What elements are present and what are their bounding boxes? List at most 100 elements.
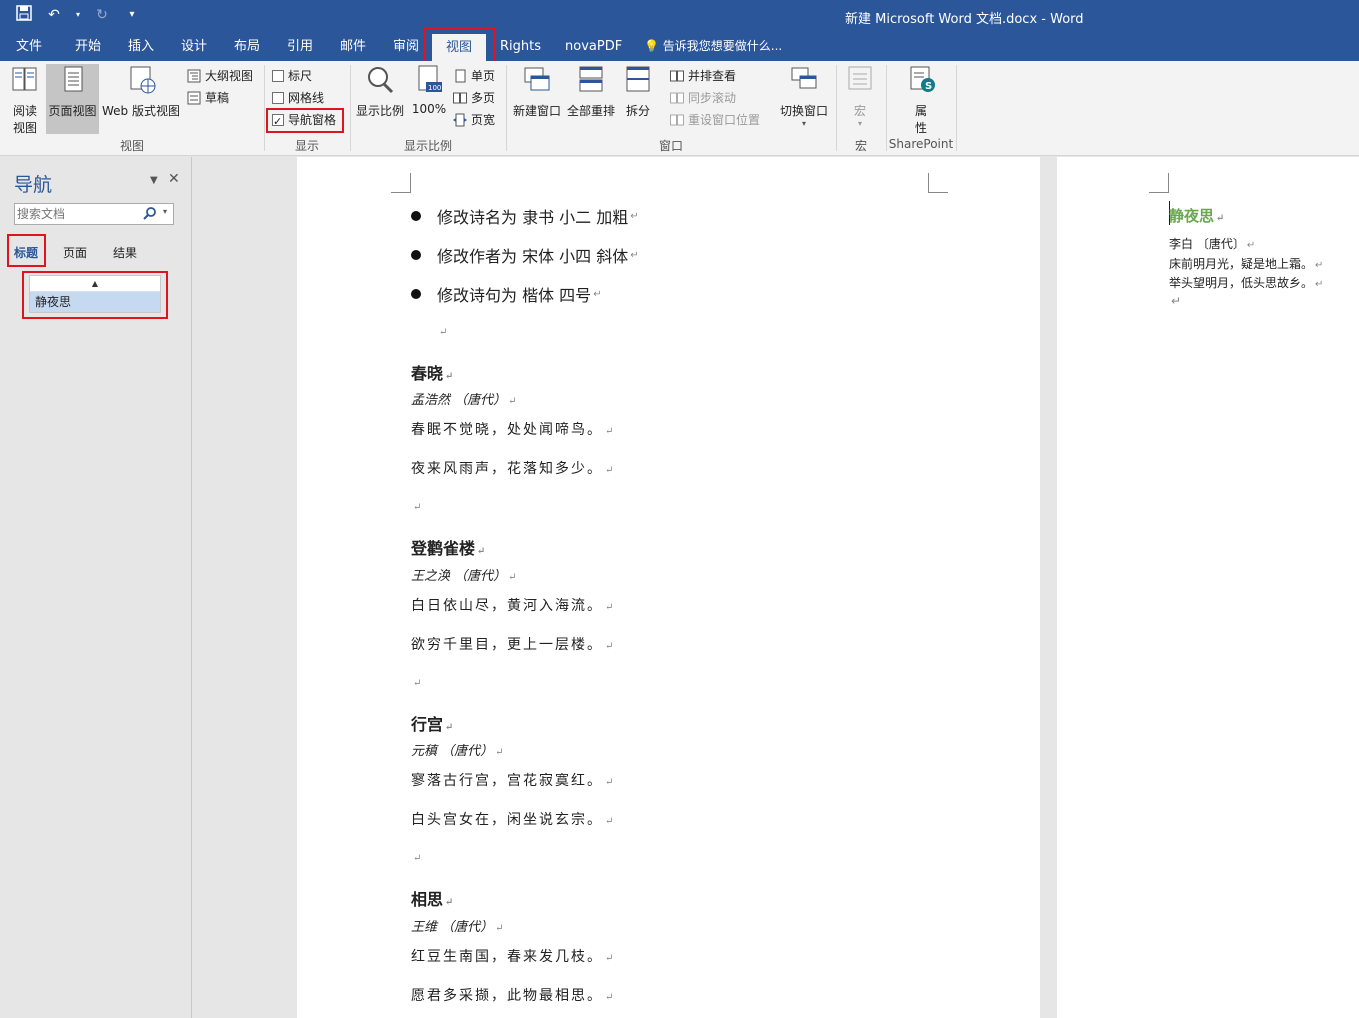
document-page[interactable]: 修改诗名为 隶书 小二 加粗 ↵ 修改作者为 宋体 小四 斜体 ↵ 修改诗句为 楷体… bbox=[297, 157, 1040, 1018]
macros-group-label: 宏 bbox=[854, 139, 867, 153]
list-item: 修改诗名为 隶书 小二 加粗 ↵ bbox=[411, 204, 639, 228]
poem-title: 春晓 ↵ bbox=[411, 364, 454, 383]
close-icon[interactable]: ✕ bbox=[168, 171, 180, 187]
paragraph-mark: ↵ bbox=[439, 327, 448, 338]
headings-list: ▲ 静夜思 bbox=[29, 275, 161, 313]
sync-scroll-button[interactable]: 同步滚动 bbox=[670, 88, 736, 108]
poem-author: 王之涣 （唐代） ↵ bbox=[411, 569, 517, 584]
multi-page-button[interactable]: 多页 bbox=[453, 88, 495, 108]
page-width-icon bbox=[453, 113, 467, 127]
one-page-button[interactable]: 单页 bbox=[453, 66, 495, 86]
search-input[interactable] bbox=[15, 204, 133, 224]
tab-file[interactable]: 文件 bbox=[12, 32, 46, 61]
macro-icon bbox=[848, 66, 872, 90]
poem-title: 登鹳雀楼 ↵ bbox=[411, 539, 486, 558]
properties-button[interactable]: S 属 性 bbox=[900, 64, 942, 136]
outline-button[interactable]: 大纲视图 bbox=[187, 66, 253, 86]
split-button[interactable]: 拆分 bbox=[620, 64, 656, 119]
split-icon bbox=[626, 66, 650, 92]
bullet-icon bbox=[411, 250, 421, 260]
redo-icon[interactable]: ↻ bbox=[92, 5, 112, 25]
tab-mailings[interactable]: 邮件 bbox=[336, 32, 370, 61]
poem-author: 李白 〔唐代〕 ↵ bbox=[1169, 237, 1256, 251]
margin-corner bbox=[928, 173, 948, 193]
poem-line: 红豆生南国，春来发几枝。 ↵ bbox=[411, 949, 616, 965]
page-width-button[interactable]: 页宽 bbox=[453, 110, 495, 130]
web-layout-label: Web 版式视图 bbox=[102, 104, 180, 118]
margin-corner bbox=[391, 173, 411, 193]
window-group-label: 窗口 bbox=[658, 139, 683, 153]
web-layout-button[interactable]: Web 版式视图 bbox=[101, 64, 181, 119]
multi-page-label: 多页 bbox=[471, 91, 496, 105]
macros-dropdown-icon: ▾ bbox=[857, 119, 862, 128]
outline-icon bbox=[187, 69, 201, 83]
customize-qat-icon[interactable]: ▾ bbox=[122, 5, 142, 25]
read-mode-label-2: 视图 bbox=[12, 121, 37, 135]
navigation-pane: 导航 ▼ ✕ ▾ 标题 页面 结果 ▲ 静夜思 bbox=[0, 157, 192, 1018]
tab-design[interactable]: 设计 bbox=[177, 32, 211, 61]
reset-position-button[interactable]: 重设窗口位置 bbox=[670, 110, 760, 130]
page-icon bbox=[64, 66, 82, 92]
tab-home[interactable]: 开始 bbox=[71, 32, 105, 61]
sync-scroll-label: 同步滚动 bbox=[688, 91, 737, 105]
multi-page-icon bbox=[453, 92, 467, 104]
document-page-preview[interactable]: 静夜思 ↵ 李白 〔唐代〕 ↵ 床前明月光，疑是地上霜。 ↵ 举头望明月，低头思故乡。… bbox=[1057, 157, 1359, 1018]
arrange-all-icon bbox=[579, 66, 603, 92]
tab-pages[interactable]: 页面 bbox=[63, 244, 87, 261]
arrange-all-label: 全部重排 bbox=[566, 104, 615, 118]
print-layout-label: 页面视图 bbox=[48, 104, 97, 118]
switch-windows-button[interactable]: 切换窗口 ▾ bbox=[778, 64, 830, 128]
tab-headings[interactable]: 标题 bbox=[14, 244, 38, 261]
search-icon[interactable] bbox=[143, 206, 157, 223]
paragraph-mark: ↵ bbox=[413, 853, 422, 864]
switch-windows-icon bbox=[791, 67, 817, 89]
list-item: 修改作者为 宋体 小四 斜体 ↵ bbox=[411, 243, 639, 267]
tab-view[interactable]: 视图 bbox=[432, 34, 487, 61]
poem-title: 行宫 ↵ bbox=[411, 715, 454, 734]
undo-icon[interactable]: ↶ bbox=[44, 5, 64, 25]
new-window-label: 新建窗口 bbox=[512, 104, 561, 118]
tab-rights[interactable]: Rights bbox=[496, 32, 545, 61]
tab-novapdf[interactable]: novaPDF bbox=[561, 32, 626, 61]
tab-review[interactable]: 审阅 bbox=[389, 32, 423, 61]
properties-label-1: 属 bbox=[914, 104, 927, 118]
paragraph-mark: ↵ bbox=[1171, 294, 1182, 308]
ruler-label: 标尺 bbox=[288, 69, 313, 83]
poem-line: 床前明月光，疑是地上霜。 ↵ bbox=[1169, 257, 1324, 271]
zoom-100-button[interactable]: 100 100% bbox=[410, 64, 448, 116]
tab-layout[interactable]: 布局 bbox=[230, 32, 264, 61]
poem-line: 白头宫女在，闲坐说玄宗。 ↵ bbox=[411, 812, 616, 828]
gridlines-checkbox[interactable]: 网格线 bbox=[272, 88, 324, 108]
zoom-group-label: 显示比例 bbox=[403, 139, 452, 153]
draft-button[interactable]: 草稿 bbox=[187, 88, 229, 108]
tab-insert[interactable]: 插入 bbox=[124, 32, 158, 61]
read-mode-button[interactable]: 阅读 视图 bbox=[6, 64, 44, 136]
arrange-all-button[interactable]: 全部重排 bbox=[566, 64, 616, 119]
ruler-checkbox[interactable]: 标尺 bbox=[272, 66, 312, 86]
side-by-side-button[interactable]: 并排查看 bbox=[670, 66, 736, 86]
poem-line: 夜来风雨声，花落知多少。 ↵ bbox=[411, 461, 616, 477]
nav-pane-checkbox[interactable]: 导航窗格 bbox=[272, 110, 336, 132]
draft-label: 草稿 bbox=[205, 91, 230, 105]
heading-item[interactable]: 静夜思 bbox=[30, 292, 160, 312]
tab-results[interactable]: 结果 bbox=[113, 244, 137, 261]
poem-author: 元稹 （唐代） ↵ bbox=[411, 744, 504, 759]
poem-line: 欲穷千里目，更上一层楼。 ↵ bbox=[411, 637, 616, 653]
new-window-button[interactable]: 新建窗口 bbox=[510, 64, 564, 119]
macros-button[interactable]: 宏 ▾ bbox=[842, 64, 878, 128]
bullet-icon bbox=[411, 211, 421, 221]
poem-author: 孟浩然 （唐代） ↵ bbox=[411, 393, 517, 408]
search-dropdown-icon[interactable]: ▾ bbox=[163, 207, 167, 216]
zoom-button[interactable]: 显示比例 bbox=[354, 64, 406, 119]
views-group-label: 视图 bbox=[119, 139, 144, 153]
side-by-side-label: 并排查看 bbox=[688, 69, 737, 83]
collapse-all-icon[interactable]: ▲ bbox=[30, 276, 160, 292]
save-icon[interactable] bbox=[14, 5, 34, 25]
tab-references[interactable]: 引用 bbox=[283, 32, 317, 61]
page-width-label: 页宽 bbox=[471, 113, 496, 127]
print-layout-button[interactable]: 页面视图 bbox=[46, 64, 99, 134]
ribbon: 阅读 视图 页面视图 Web 版式视图 大纲视图 草稿 视图 标尺 网格线 导航… bbox=[0, 61, 1359, 156]
undo-dropdown-icon[interactable]: ▾ bbox=[74, 5, 82, 25]
tell-me-box[interactable]: 💡 告诉我您想要做什么... bbox=[640, 32, 786, 61]
nav-options-icon[interactable]: ▼ bbox=[150, 175, 158, 186]
